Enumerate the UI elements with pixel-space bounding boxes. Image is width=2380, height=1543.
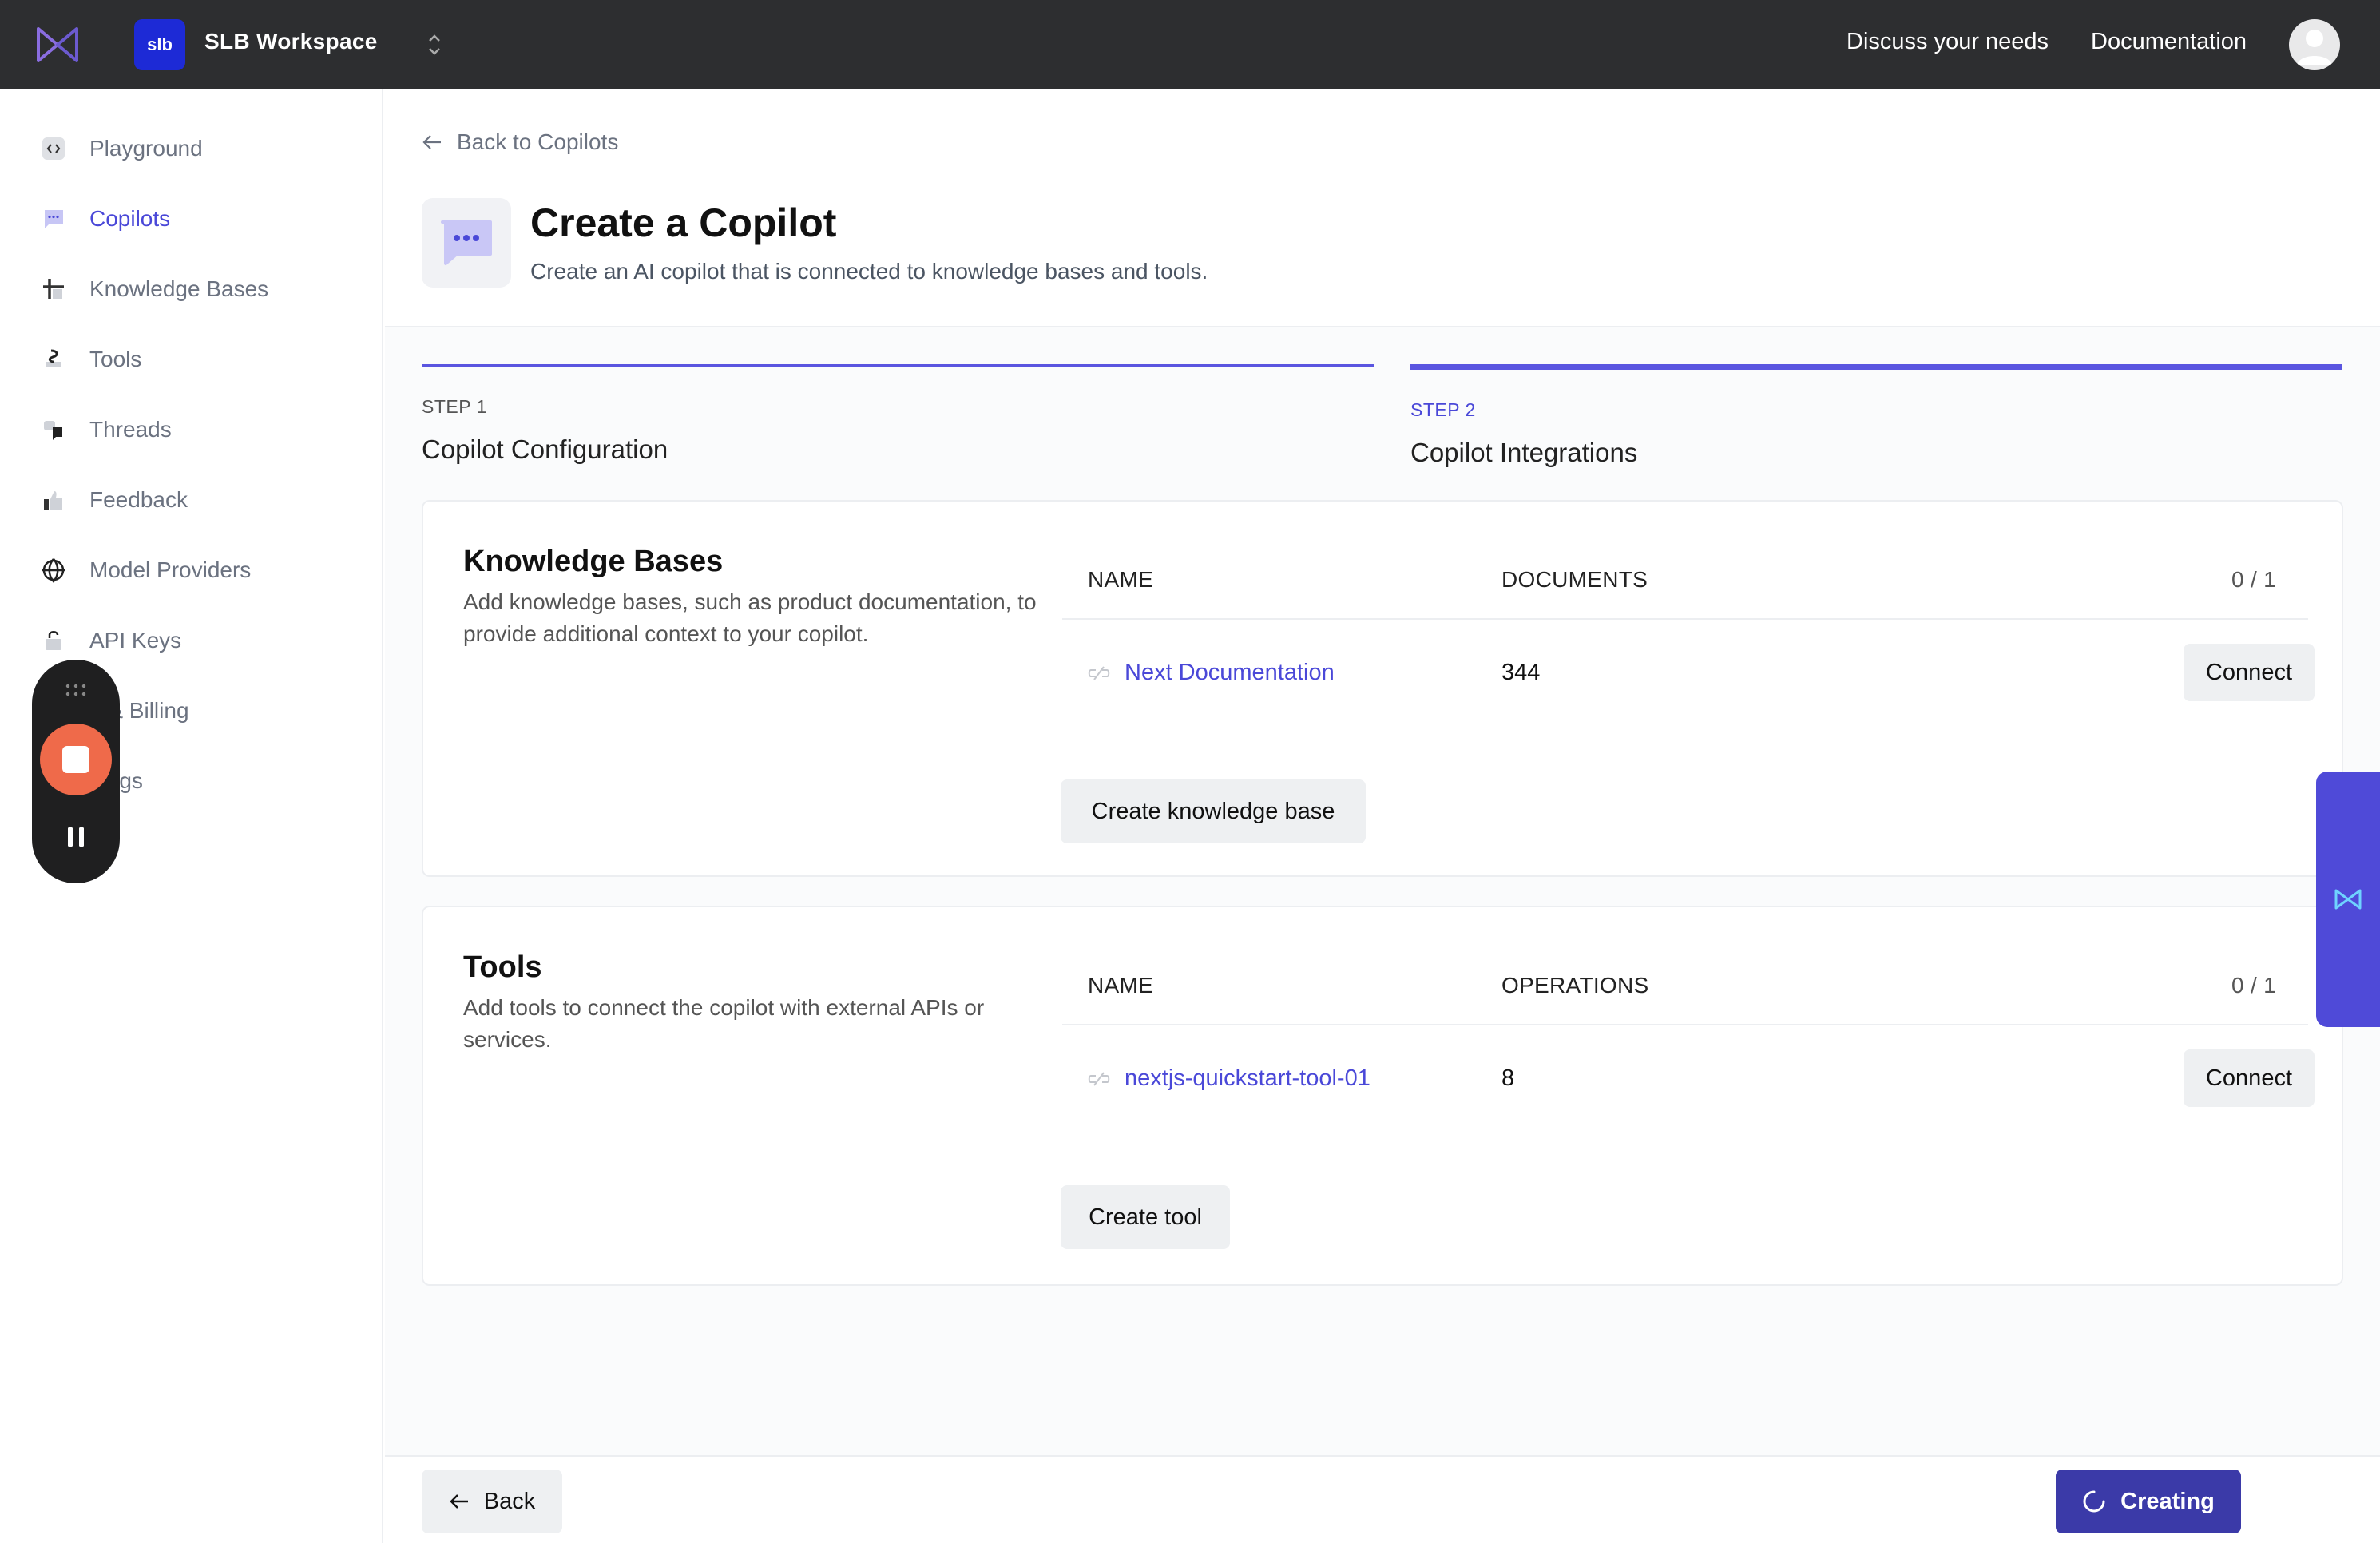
stop-icon <box>62 746 89 773</box>
creating-button[interactable]: Creating <box>2056 1470 2241 1533</box>
create-tool-button[interactable]: Create tool <box>1061 1185 1230 1249</box>
tools-card: Tools Add tools to connect the copilot w… <box>422 906 2343 1286</box>
copilot-page-icon <box>422 198 511 288</box>
pause-icon[interactable] <box>65 826 86 848</box>
chevron-up-down-icon[interactable] <box>423 29 446 61</box>
app-logo-icon <box>2334 889 2362 910</box>
sidebar-item-label: Model Providers <box>89 557 252 582</box>
top-bar: slb SLB Workspace Discuss your needs Doc… <box>0 0 2380 89</box>
workspace-badge[interactable]: slb <box>134 19 185 70</box>
page-subtitle: Create an AI copilot that is connected t… <box>530 259 1208 284</box>
sidebar-item-feedback[interactable]: Feedback <box>38 476 188 524</box>
tool-row-operations: 8 <box>1501 1065 1515 1091</box>
page-header: Back to Copilots Create a Copilot Create… <box>385 89 2380 327</box>
tool-connect-button[interactable]: Connect <box>2184 1049 2315 1107</box>
user-icon <box>2297 30 2332 65</box>
chat-bubble-icon <box>38 204 69 234</box>
tools-description: Add tools to connect the copilot with ex… <box>463 995 985 1052</box>
kb-row-label: Next Documentation <box>1125 660 1335 685</box>
kb-connected-count: 0 / 1 <box>2231 567 2276 592</box>
tool-row-label: nextjs-quickstart-tool-01 <box>1125 1065 1370 1091</box>
spinner-icon <box>2083 1490 2105 1513</box>
create-knowledge-base-button[interactable]: Create knowledge base <box>1061 779 1366 843</box>
kb-row-name[interactable]: Next Documentation <box>1088 660 1335 686</box>
sidebar-item-label: Tools <box>89 347 142 371</box>
kb-row-documents: 344 <box>1501 660 1541 685</box>
avatar[interactable] <box>2289 19 2340 70</box>
arrow-left-icon <box>422 135 441 149</box>
sidebar-item-api-keys[interactable]: API Keys <box>38 617 181 664</box>
sidebar-item-label: API Keys <box>89 628 182 653</box>
step-1-number[interactable]: STEP 1 <box>422 396 487 418</box>
recording-widget[interactable] <box>32 660 120 883</box>
knowledge-bases-description: Add knowledge bases, such as product doc… <box>463 589 1037 646</box>
back-button[interactable]: Back <box>422 1470 562 1533</box>
arrow-left-icon <box>450 1494 468 1509</box>
tool-row-name[interactable]: nextjs-quickstart-tool-01 <box>1088 1065 1370 1092</box>
unlinked-icon <box>1088 665 1110 680</box>
plug-icon <box>38 344 69 375</box>
back-to-copilots-link[interactable]: Back to Copilots <box>422 129 618 155</box>
main-content: Back to Copilots Create a Copilot Create… <box>385 89 2380 1543</box>
sidebar-item-label: Feedback <box>89 487 188 512</box>
chat-bubble-icon <box>441 220 492 265</box>
sidebar-item-playground[interactable]: Playground <box>38 125 203 173</box>
threads-icon <box>38 415 69 445</box>
step-1-name[interactable]: Copilot Configuration <box>422 434 668 465</box>
sidebar-item-tools[interactable]: Tools <box>38 335 141 383</box>
step-2-progress-bar <box>1410 364 2342 370</box>
code-icon <box>38 133 69 164</box>
tools-connected-count: 0 / 1 <box>2231 973 2276 998</box>
creating-button-label: Creating <box>2120 1488 2215 1514</box>
app-logo-icon[interactable] <box>35 24 80 65</box>
globe-icon <box>38 555 69 585</box>
kb-connect-button[interactable]: Connect <box>2184 644 2315 701</box>
back-button-label: Back <box>483 1488 536 1514</box>
footer-actions: Back Creating <box>385 1455 2380 1543</box>
stop-recording-button[interactable] <box>40 724 112 795</box>
knowledge-bases-title: Knowledge Bases <box>463 545 724 578</box>
step-1-progress-bar <box>422 364 1374 367</box>
sidebar-item-knowledge-bases[interactable]: Knowledge Bases <box>38 265 268 313</box>
assistant-side-tab[interactable] <box>2316 772 2380 1027</box>
sidebar-item-label: Copilots <box>89 206 171 231</box>
step-2-number[interactable]: STEP 2 <box>1410 399 1476 421</box>
drag-handle-icon[interactable] <box>64 682 88 698</box>
lock-icon <box>38 625 69 656</box>
sidebar-item-copilots[interactable]: Copilots <box>38 195 170 243</box>
thumbs-up-icon <box>38 485 69 515</box>
kb-column-documents: DOCUMENTS <box>1501 567 1648 592</box>
tools-title: Tools <box>463 950 542 984</box>
unlinked-icon <box>1088 1071 1110 1086</box>
step-2-name[interactable]: Copilot Integrations <box>1410 438 1637 468</box>
tools-column-name: NAME <box>1088 973 1154 998</box>
grid-hash-icon <box>38 274 69 304</box>
tools-column-operations: OPERATIONS <box>1501 973 1649 998</box>
knowledge-bases-card: Knowledge Bases Add knowledge bases, suc… <box>422 500 2343 877</box>
sidebar-item-threads[interactable]: Threads <box>38 406 172 454</box>
tools-header-divider <box>1062 1024 2308 1025</box>
documentation-link[interactable]: Documentation <box>2091 29 2247 55</box>
workspace-name[interactable]: SLB Workspace <box>204 29 378 54</box>
page-title: Create a Copilot <box>530 200 837 245</box>
sidebar-item-model-providers[interactable]: Model Providers <box>38 546 251 594</box>
sidebar-item-label: Knowledge Bases <box>89 276 269 301</box>
kb-column-name: NAME <box>1088 567 1154 592</box>
kb-header-divider <box>1062 618 2308 620</box>
back-link-label: Back to Copilots <box>457 129 619 154</box>
sidebar-item-label: Threads <box>89 417 172 442</box>
sidebar-item-label: Playground <box>89 136 203 161</box>
discuss-needs-link[interactable]: Discuss your needs <box>1846 29 2049 55</box>
